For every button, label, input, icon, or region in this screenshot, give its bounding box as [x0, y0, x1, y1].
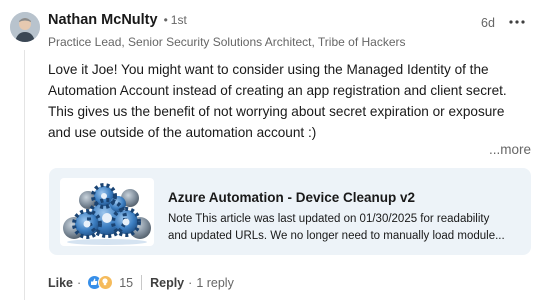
connection-degree: • 1st: [163, 13, 187, 27]
author-headline: Practice Lead, Senior Security Solutions…: [48, 35, 406, 49]
thread-line: [24, 50, 25, 300]
comment-header: Nathan McNulty • 1st: [48, 12, 535, 28]
comment-body-line: This gives us the benefit of not worryin…: [48, 104, 505, 119]
actions-divider: [141, 275, 143, 290]
comment-actions: Like · 15 Reply · 1 reply: [48, 275, 234, 290]
article-title: Azure Automation - Device Cleanup v2: [168, 190, 416, 205]
reply-count[interactable]: 1 reply: [196, 276, 234, 290]
see-more-link[interactable]: ...more: [489, 142, 531, 157]
article-link-card[interactable]: Azure Automation - Device Cleanup v2 Not…: [49, 168, 531, 255]
comment-body-line: Automation Account instead of creating a…: [48, 83, 507, 98]
article-description-line: Note This article was last updated on 01…: [168, 213, 490, 225]
reaction-count[interactable]: 15: [119, 276, 133, 290]
insightful-reaction-icon: [98, 275, 114, 290]
more-options-button[interactable]: [506, 11, 528, 33]
author-name[interactable]: Nathan McNulty: [48, 12, 158, 28]
ellipsis-icon: [509, 20, 525, 24]
article-thumbnail: [60, 178, 154, 246]
avatar[interactable]: [10, 12, 40, 42]
reactions-summary[interactable]: [87, 275, 114, 290]
reply-button[interactable]: Reply: [150, 276, 184, 290]
comment-timestamp: 6d: [481, 16, 495, 30]
comment-body-line: and use outside of the automation accoun…: [48, 125, 317, 140]
separator-dot: ·: [77, 275, 82, 290]
comment-body-line: Love it Joe! You might want to consider …: [48, 62, 489, 77]
comment: Nathan McNulty • 1st Practice Lead, Senio…: [0, 0, 547, 304]
article-description: Note This article was last updated on 01…: [168, 211, 520, 245]
comment-body: Love it Joe! You might want to consider …: [48, 59, 533, 143]
like-button[interactable]: Like: [48, 276, 73, 290]
separator-dot: ·: [188, 275, 193, 290]
gears-icon: [63, 183, 151, 245]
article-description-line: and updated URLs. We no longer need to m…: [168, 230, 505, 242]
